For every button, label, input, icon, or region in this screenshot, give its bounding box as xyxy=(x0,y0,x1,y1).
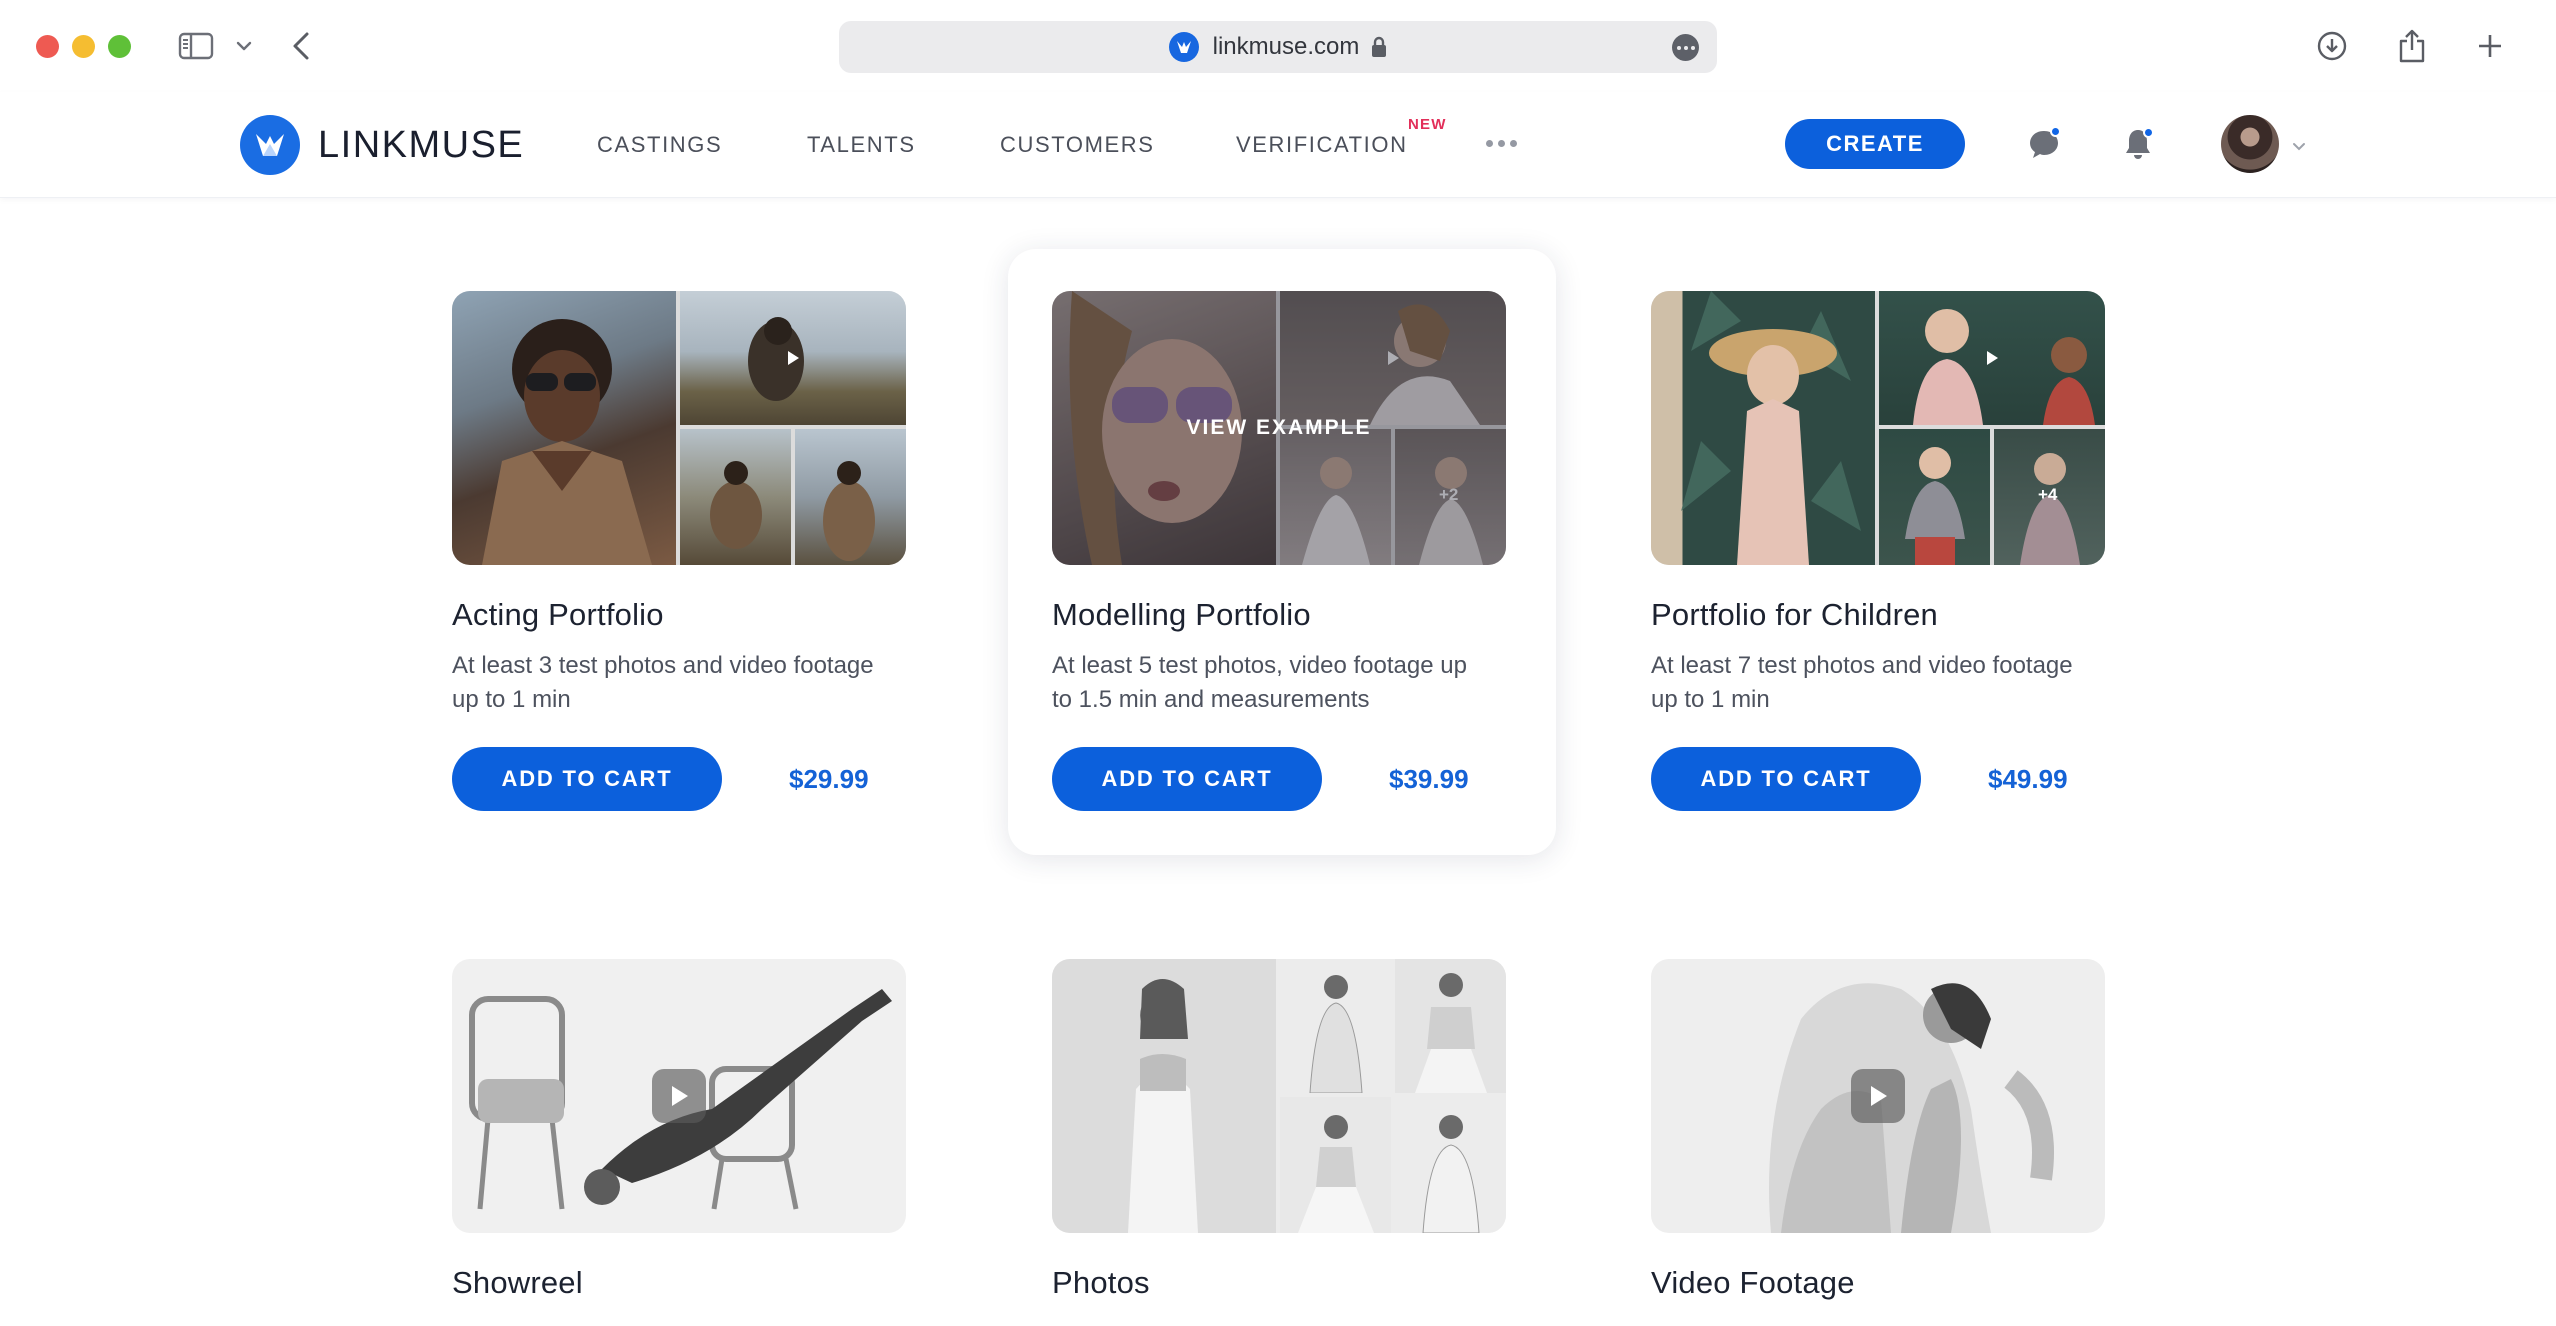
chevron-down-icon[interactable] xyxy=(2292,138,2306,156)
preview-photo xyxy=(1651,291,1875,565)
portfolio-preview-collage[interactable]: +4 xyxy=(1651,291,2105,565)
play-icon[interactable] xyxy=(1851,1069,1905,1123)
site-favicon-icon xyxy=(1168,32,1199,62)
chevron-down-icon[interactable] xyxy=(232,26,256,66)
portfolio-preview-collage[interactable]: +2 VIEW EXAMPLE xyxy=(1052,291,1506,565)
preview-photo xyxy=(1052,959,1276,1233)
nav-castings[interactable]: CASTINGS xyxy=(597,132,722,158)
messages-unread-dot xyxy=(2050,126,2061,137)
create-button[interactable]: CREATE xyxy=(1785,119,1965,169)
new-badge: NEW xyxy=(1408,116,1447,133)
add-to-cart-button[interactable]: ADD TO CART xyxy=(1651,747,1921,811)
share-icon[interactable] xyxy=(2392,26,2432,66)
preview-photo: +4 xyxy=(1994,429,2105,565)
logo-icon xyxy=(240,115,300,175)
card-description: At least 3 test photos and video footage… xyxy=(452,652,874,713)
more-photos-count: +4 xyxy=(2038,485,2058,504)
sidebar-toggle-icon[interactable] xyxy=(176,26,216,66)
minimize-window-button[interactable] xyxy=(72,35,95,58)
back-arrow-icon[interactable] xyxy=(286,26,316,66)
notifications-unread-dot xyxy=(2143,127,2154,138)
card-title: Modelling Portfolio xyxy=(1052,597,1311,632)
nav-customers[interactable]: CUSTOMERS xyxy=(1000,132,1155,158)
messages-icon[interactable] xyxy=(2022,122,2066,166)
add-to-cart-button[interactable]: ADD TO CART xyxy=(1052,747,1322,811)
showreel-video-thumbnail[interactable] xyxy=(452,959,906,1233)
preview-photo xyxy=(1395,959,1506,1093)
view-example-label: VIEW EXAMPLE xyxy=(1186,416,1372,439)
preview-video-thumbnail xyxy=(1879,291,2105,425)
card-description: At least 7 test photos and video footage… xyxy=(1651,652,2073,713)
notifications-bell-icon[interactable] xyxy=(2116,122,2160,166)
preview-photo xyxy=(795,429,906,565)
page-menu-icon[interactable] xyxy=(1672,34,1699,61)
close-window-button[interactable] xyxy=(36,35,59,58)
play-icon[interactable] xyxy=(652,1069,706,1123)
browser-toolbar: linkmuse.com xyxy=(0,0,2556,92)
lock-icon xyxy=(1371,36,1387,58)
card-title: Showreel xyxy=(452,1265,583,1300)
view-example-overlay[interactable]: VIEW EXAMPLE xyxy=(1052,291,1506,565)
user-avatar[interactable] xyxy=(2221,115,2279,173)
download-icon[interactable] xyxy=(2312,26,2352,66)
more-menu-icon[interactable] xyxy=(1486,140,1517,147)
new-tab-icon[interactable] xyxy=(2470,26,2510,66)
play-icon xyxy=(780,345,806,371)
site-header: LINKMUSE CASTINGS TALENTS CUSTOMERS VERI… xyxy=(0,92,2556,198)
card-price: $29.99 xyxy=(789,763,869,794)
preview-photo xyxy=(452,291,676,565)
preview-photo xyxy=(1395,1097,1506,1233)
url-text: linkmuse.com xyxy=(1212,33,1360,60)
portfolio-preview-collage[interactable] xyxy=(452,291,906,565)
card-title: Portfolio for Children xyxy=(1651,597,1938,632)
card-price: $39.99 xyxy=(1389,763,1469,794)
brand-logo[interactable]: LINKMUSE xyxy=(240,115,524,175)
nav-verification[interactable]: VERIFICATION xyxy=(1236,132,1408,158)
card-title: Acting Portfolio xyxy=(452,597,664,632)
preview-photo xyxy=(680,429,791,565)
card-description: At least 5 test photos, video footage up… xyxy=(1052,652,1467,713)
play-icon xyxy=(1979,345,2005,371)
address-bar[interactable]: linkmuse.com xyxy=(839,21,1717,73)
add-to-cart-button[interactable]: ADD TO CART xyxy=(452,747,722,811)
brand-name: LINKMUSE xyxy=(318,123,525,166)
preview-photo xyxy=(1280,959,1391,1093)
nav-talents[interactable]: TALENTS xyxy=(807,132,916,158)
card-price: $49.99 xyxy=(1988,763,2068,794)
zoom-window-button[interactable] xyxy=(108,35,131,58)
video-footage-thumbnail[interactable] xyxy=(1651,959,2105,1233)
card-title: Photos xyxy=(1052,1265,1150,1300)
card-title: Video Footage xyxy=(1651,1265,1855,1300)
preview-photo xyxy=(1879,429,1990,565)
preview-video-thumbnail xyxy=(680,291,906,425)
preview-photo xyxy=(1280,1097,1391,1233)
product-card-modelling-portfolio: +2 VIEW EXAMPLE Modelling Portfolio At l… xyxy=(1008,249,1556,855)
photos-preview-collage[interactable] xyxy=(1052,959,1506,1233)
